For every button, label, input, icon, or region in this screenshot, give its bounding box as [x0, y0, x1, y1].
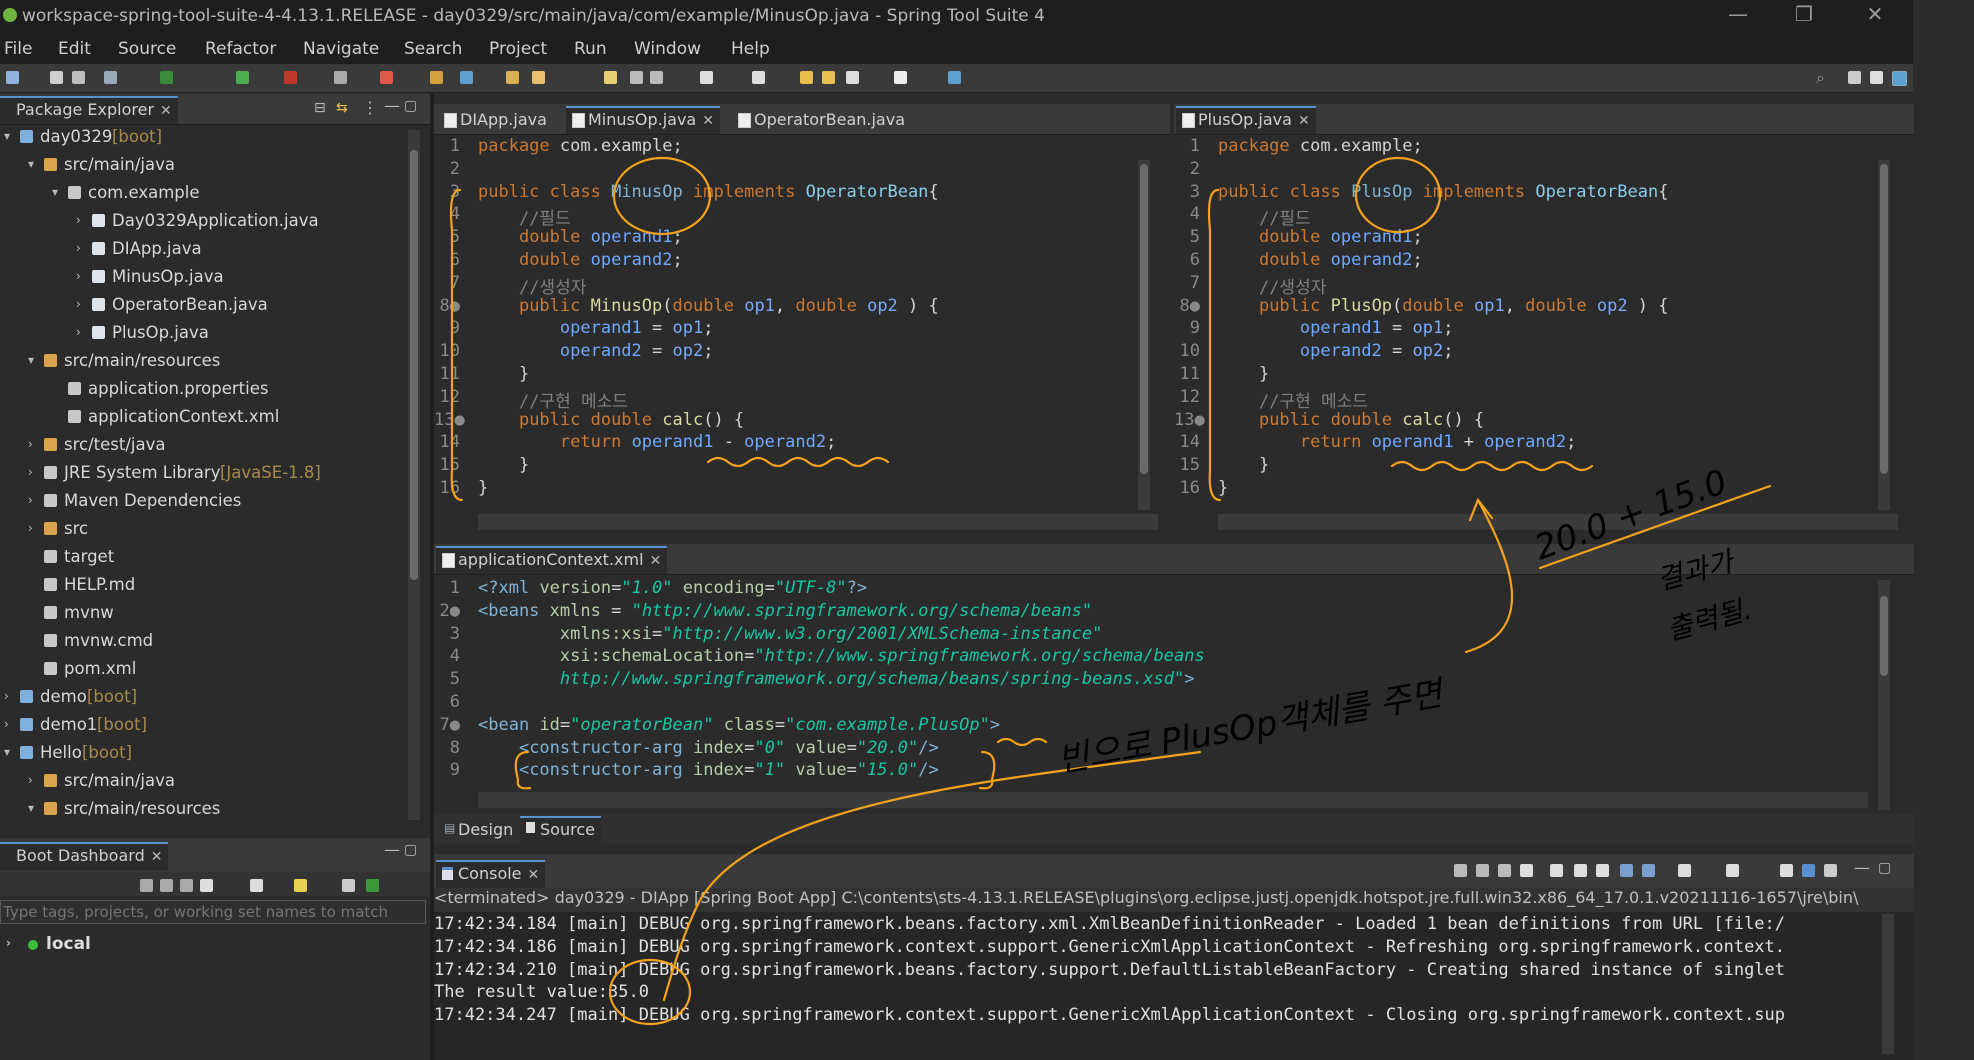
annotation-result-note-1: 결과가 — [1653, 544, 1739, 597]
handwritten-annotations: 빈으로 PlusOp객체를 주면 20.0 + 15.0 결과가 출력될. — [449, 156, 1772, 1026]
annotation-arrowhead-up — [1468, 497, 1494, 522]
annotation-bracket-args — [514, 750, 532, 790]
annotation-bracket-left — [449, 188, 464, 502]
annotation-bracket-right — [1207, 188, 1222, 502]
annotation-arrow-up — [1464, 498, 1514, 654]
annotation-circle-minusop — [612, 156, 712, 236]
annotation-curve-to-result — [662, 750, 1202, 1002]
annotation-circle-plusop — [1354, 156, 1442, 234]
annotation-squiggle-bean — [996, 737, 1048, 747]
annotation-result-note-2: 출력될. — [1663, 593, 1755, 647]
annotation-bean-note: 빈으로 PlusOp객체를 주면 — [1055, 673, 1449, 781]
annotation-squiggle-plus — [1390, 460, 1594, 472]
annotation-squiggle-minus — [706, 456, 890, 468]
annotation-circle-result — [608, 958, 692, 1026]
